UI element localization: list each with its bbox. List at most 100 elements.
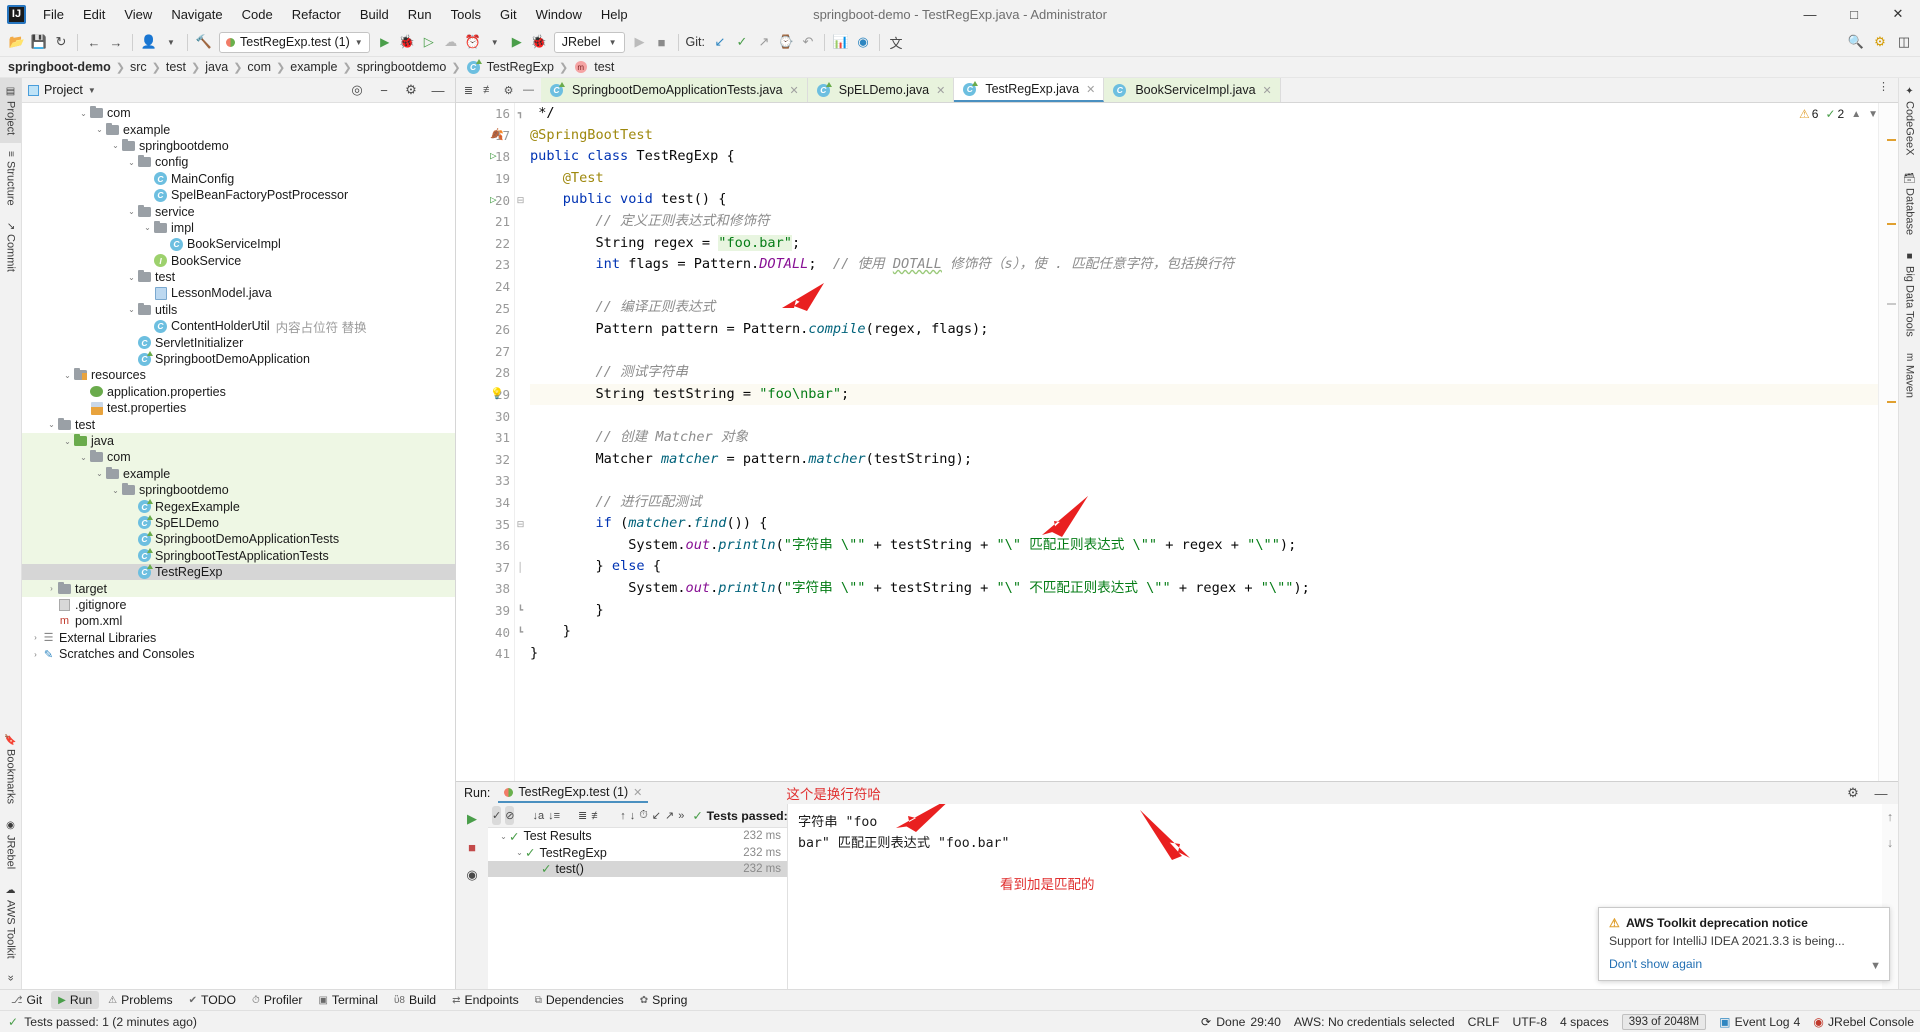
- code-line-21[interactable]: // 定义正则表达式和修饰符: [530, 211, 1878, 233]
- breadcrumb-item-com[interactable]: com: [247, 60, 271, 74]
- hide-panel-icon[interactable]: —: [427, 79, 449, 101]
- gutter-line-33[interactable]: 33: [456, 470, 514, 492]
- status-memory-indicator[interactable]: 393 of 2048M: [1621, 1013, 1707, 1030]
- gutter-line-41[interactable]: 41: [456, 643, 514, 665]
- tree-node-utils[interactable]: ⌄ utils: [22, 302, 455, 318]
- breadcrumb-item-springbootdemo[interactable]: springbootdemo: [357, 60, 447, 74]
- stop-icon[interactable]: ■: [651, 31, 673, 53]
- chevron-down-icon[interactable]: ⌄: [498, 832, 509, 841]
- tab-bookserviceimpl[interactable]: C BookServiceImpl.java ✕: [1104, 78, 1281, 102]
- status-encoding[interactable]: UTF-8: [1512, 1015, 1547, 1029]
- panel-settings-icon[interactable]: ⚙: [400, 79, 422, 101]
- close-icon[interactable]: ✕: [790, 84, 799, 97]
- gear-icon[interactable]: ⚙: [1842, 782, 1864, 804]
- tree-node-testregexp[interactable]: C TestRegExp: [22, 563, 455, 581]
- collapse-all-icon[interactable]: −: [373, 79, 395, 101]
- status-event-log[interactable]: ▣ Event Log 4: [1719, 1015, 1800, 1029]
- tree-node-springbootdemoapplicationtests[interactable]: C SpringbootDemoApplicationTests: [22, 531, 455, 548]
- code-line-24[interactable]: [530, 276, 1878, 298]
- intention-bulb-icon[interactable]: 💡: [490, 387, 504, 400]
- tree-node-regexexample[interactable]: C RegexExample: [22, 498, 455, 515]
- fold-marker-37[interactable]: │: [515, 556, 526, 578]
- menu-code[interactable]: Code: [233, 3, 282, 26]
- toolwindow-todo[interactable]: ✔ TODO: [182, 991, 243, 1009]
- rail-bigdatatools[interactable]: ■ Big Data Tools: [1899, 243, 1920, 345]
- run-icon[interactable]: ▶: [374, 31, 396, 53]
- sync-icon[interactable]: ↻: [50, 31, 72, 53]
- test-tree[interactable]: ⌄ ✓ Test Results 232 ms ⌄ ✓ TestRegExp 232 ms ✓ t…: [488, 828, 787, 878]
- toolwindow-dependencies[interactable]: ⧉ Dependencies: [528, 991, 631, 1009]
- build-hammer-icon[interactable]: 🔨: [193, 31, 215, 53]
- expand-all-icon[interactable]: ≣: [460, 82, 477, 99]
- tree-node-springboottestapplicationtests[interactable]: C SpringbootTestApplicationTests: [22, 547, 455, 564]
- gutter-line-30[interactable]: 30: [456, 405, 514, 427]
- chevron-down-icon[interactable]: ⌄: [126, 273, 137, 282]
- gutter-line-19[interactable]: 19: [456, 168, 514, 190]
- menu-window[interactable]: Window: [527, 3, 591, 26]
- gutter-line-18[interactable]: ▷ 18: [456, 146, 514, 168]
- chevron-down-icon[interactable]: ⌄: [78, 109, 89, 118]
- chevron-down-icon[interactable]: ⌄: [62, 371, 73, 380]
- tree-node-test[interactable]: ⌄ test: [22, 269, 455, 285]
- ignore-tests-icon[interactable]: ⊘: [505, 806, 515, 825]
- chevron-down-icon[interactable]: ⌄: [126, 158, 137, 167]
- gutter-line-37[interactable]: 37: [456, 556, 514, 578]
- gutter-line-38[interactable]: 38: [456, 578, 514, 600]
- gutter-line-40[interactable]: 40: [456, 621, 514, 643]
- debug-icon[interactable]: 🐞: [396, 31, 418, 53]
- translate-icon[interactable]: 文: [885, 31, 907, 53]
- tree-node-resources[interactable]: ⌄ resources: [22, 367, 455, 383]
- rail-commit[interactable]: ↗ Commit: [0, 214, 21, 280]
- run-tab[interactable]: TestRegExp.test (1) ✕: [498, 783, 649, 803]
- locate-file-icon[interactable]: ◎: [346, 79, 368, 101]
- menu-edit[interactable]: Edit: [74, 3, 114, 26]
- tree-node-target[interactable]: › target: [22, 580, 455, 597]
- run-configuration-selector[interactable]: TestRegExp.test (1) ▼: [219, 31, 370, 53]
- more-icon[interactable]: »: [678, 806, 684, 825]
- tree-node-example[interactable]: ⌄ example: [22, 465, 455, 482]
- status-line-separator[interactable]: CRLF: [1468, 1015, 1500, 1029]
- git-update-icon[interactable]: ↙: [709, 31, 731, 53]
- forward-icon[interactable]: →: [105, 31, 127, 53]
- breadcrumb-item-project[interactable]: springboot-demo: [8, 60, 111, 74]
- chevron-down-icon[interactable]: ▼: [1868, 109, 1878, 120]
- scroll-down-icon[interactable]: ↓: [1887, 836, 1893, 850]
- toolwindow-endpoints[interactable]: ⇄ Endpoints: [445, 991, 526, 1009]
- hide-icon[interactable]: —: [520, 82, 537, 99]
- menu-tools[interactable]: Tools: [442, 3, 490, 26]
- code-line-31[interactable]: // 创建 Matcher 对象: [530, 427, 1878, 449]
- code-line-39[interactable]: }: [530, 600, 1878, 622]
- git-push-icon[interactable]: ↗: [753, 31, 775, 53]
- gutter-line-25[interactable]: 25: [456, 297, 514, 319]
- open-icon[interactable]: 📂: [6, 31, 28, 53]
- chevron-down-icon[interactable]: ⌄: [110, 141, 121, 150]
- code-line-27[interactable]: [530, 341, 1878, 363]
- notification-popup[interactable]: ⚠ AWS Toolkit deprecation notice Support…: [1598, 907, 1890, 981]
- gutter-line-16[interactable]: 16: [456, 103, 514, 125]
- chevron-down-icon[interactable]: ⌄: [46, 420, 57, 429]
- toolwindow-build[interactable]: ὒ8 Build: [387, 991, 443, 1009]
- prev-fail-icon[interactable]: ↑: [620, 806, 626, 825]
- tree-node-bookserviceimpl[interactable]: C BookServiceImpl: [22, 236, 455, 252]
- menu-run[interactable]: Run: [399, 3, 441, 26]
- rail-database[interactable]: 🗃 Database: [1899, 163, 1920, 243]
- toolwindow-profiler[interactable]: ⏱ Profiler: [245, 991, 309, 1009]
- breadcrumb-item-java[interactable]: java: [205, 60, 228, 74]
- tree-node-speldemo[interactable]: C SpELDemo: [22, 514, 455, 532]
- chevron-down-icon[interactable]: ▼: [160, 31, 182, 53]
- show-passed-icon[interactable]: ✓: [492, 806, 502, 825]
- jrebel-debug-icon[interactable]: 🐞: [528, 31, 550, 53]
- jrebel-run-icon[interactable]: ▶: [506, 31, 528, 53]
- sort-duration-icon[interactable]: ↓≡: [548, 806, 560, 825]
- gutter-line-22[interactable]: 22: [456, 233, 514, 255]
- tool-window-bar[interactable]: ⎇ Git ▶ Run ⚠ Problems ✔ TODO ⏱ Profiler ▣ Terminal…: [0, 989, 1920, 1010]
- chevron-down-icon[interactable]: ⌄: [94, 125, 105, 134]
- gutter-line-31[interactable]: 31: [456, 427, 514, 449]
- code-line-34[interactable]: // 进行匹配测试: [530, 492, 1878, 514]
- rail-expand[interactable]: »: [0, 967, 21, 989]
- back-icon[interactable]: ←: [83, 31, 105, 53]
- code-line-33[interactable]: [530, 470, 1878, 492]
- menu-build[interactable]: Build: [351, 3, 398, 26]
- chevron-down-icon[interactable]: ▼: [484, 31, 506, 53]
- run-coverage-icon[interactable]: ▷: [418, 31, 440, 53]
